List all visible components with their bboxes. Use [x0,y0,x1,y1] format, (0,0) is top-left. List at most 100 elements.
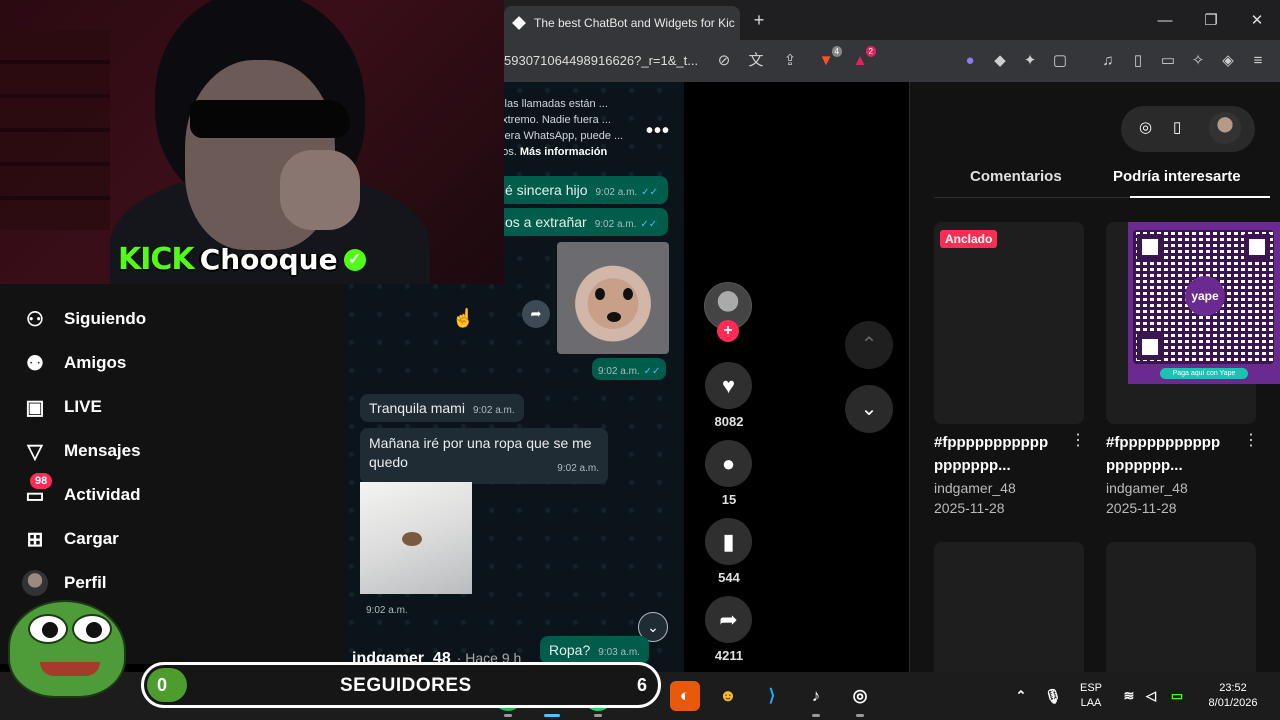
panel-tabs: Comentarios Podría interesarte [934,166,1270,198]
activity-count-badge: 98 [30,473,53,489]
video-card[interactable] [1106,542,1256,682]
rewards-count-badge: 2 [865,46,876,57]
vpn-icon[interactable]: ◈ [1218,51,1238,71]
new-tab-button[interactable]: + [748,10,770,31]
brave-rewards-icon[interactable]: ▲ 2 [850,46,876,71]
chat-message: os a extrañar 9:02 a.m. ✓✓ [496,208,668,236]
sidebar-item-live[interactable]: ▣ LIVE [22,392,102,422]
card-author[interactable]: indgamer_48 [1106,478,1188,498]
leo-ai-icon[interactable]: ✧ [1188,51,1208,71]
more-info-link[interactable]: Más información [520,146,607,158]
taskbar-indicator [856,714,864,717]
tab-comentarios[interactable]: Comentarios [970,168,1062,185]
brave-count-badge: 4 [831,46,842,57]
microphone-icon[interactable]: 🎙 [1038,681,1068,711]
reader-mode-icon[interactable]: ⊘ [714,51,734,71]
close-button[interactable]: ✕ [1234,0,1280,40]
chat-photo [360,482,472,594]
user-avatar[interactable] [1209,112,1241,144]
extension-ghost-icon[interactable]: ● [960,51,980,71]
send-message-icon: ▽ [27,440,43,463]
language-indicator[interactable]: ESP LAA [1076,681,1106,711]
sidebar-item-label: Mensajes [64,441,141,460]
follow-plus-icon[interactable]: + [717,320,739,342]
sidebar-item-cargar[interactable]: ⊞ Cargar [22,524,119,554]
extensions-icon[interactable]: ✦ [1020,51,1040,71]
sidebar-item-label: Siguiendo [64,309,147,328]
follower-goal-bar: 0 SEGUIDORES 6 [141,662,661,708]
wallet-icon[interactable]: ▭ [1158,51,1178,71]
more-options-icon[interactable]: ••• [646,120,670,143]
card-title[interactable]: #fppppppppppp ppppppp... [934,431,1074,477]
taskbar-indicator [504,714,512,717]
sidebar-item-siguiendo[interactable]: ⚇ Siguiendo [22,304,146,334]
sidebar-item-label: Actividad [64,485,141,504]
forward-icon[interactable]: ➦ [522,300,550,328]
kick-name-tag: KICK Chooque ✓ [118,242,366,277]
save-button[interactable]: ▮ [705,518,752,565]
address-bar-url[interactable]: 593071064498916626?_r=1&_t... [504,49,709,73]
encryption-notice: y las llamadas están ... extremo. Nadie … [496,98,624,158]
yape-qr-overlay: yape Paga aquí con Yape [1128,222,1280,384]
obs-icon[interactable]: ◎ [845,681,875,711]
card-author[interactable]: indgamer_48 [934,478,1016,498]
translate-icon[interactable]: 文 [746,51,766,71]
friends-icon: ⚉ [26,352,44,375]
sidebar-item-amigos[interactable]: ⚉ Amigos [22,348,126,378]
crunchyroll-icon[interactable]: ◐ [670,681,700,711]
maximize-button[interactable]: ❐ [1188,0,1234,40]
site-favicon-icon [512,16,526,30]
clock[interactable]: 23:52 8/01/2026 [1200,681,1266,711]
menu-icon[interactable]: ≡ [1248,51,1268,71]
streamer-name: Chooque [199,243,338,276]
card-menu-icon[interactable]: ⋮ [1243,430,1259,450]
brave-shield-icon[interactable]: ▼ 4 [816,46,842,71]
browser-tab-bar: The best ChatBot and Widgets for Kic + —… [504,0,1280,40]
media-controls-icon[interactable]: ♫ [1098,51,1118,71]
comment-count: 15 [721,492,737,507]
sidebar-item-actividad[interactable]: ▭ 98 Actividad [22,473,141,510]
sidebar-item-label: Amigos [64,353,127,372]
tab-title: The best ChatBot and Widgets for Kic [534,16,735,30]
character-app-icon[interactable]: ☻ [713,681,743,711]
tray-overflow-icon[interactable]: ⌃ [1006,681,1036,711]
chat-message: Tranquila mami 9:02 a.m. [360,394,524,422]
next-video-button[interactable]: ⌄ [845,385,893,433]
sidebar-toggle-icon[interactable]: ▯ [1128,51,1148,71]
chat-message: Mañana iré por una ropa que se me quedo 9… [360,428,608,484]
sidebar-item-label: Cargar [64,529,119,548]
chat-message: é sincera hijo 9:02 a.m. ✓✓ [496,176,668,204]
share-count: 4211 [714,648,744,663]
qr-code: yape [1133,230,1274,364]
video-card[interactable]: Anclado [934,222,1084,424]
like-button[interactable]: ♥ [705,362,752,409]
tiktok-icon[interactable]: ◎ [1139,118,1152,136]
tiktok-app-icon[interactable]: ♪ [801,681,831,711]
follower-current: 0 [157,675,168,695]
previous-video-button[interactable]: ⌃ [845,321,893,369]
card-title[interactable]: #fppppppppppp ppppppp... [1106,431,1246,477]
extension-puzzle-icon-a[interactable]: ◆ [990,51,1010,71]
share-button[interactable]: ➦ [705,596,752,643]
phone-icon[interactable]: ▯ [1173,118,1181,136]
webcam-overlay: KICK Chooque ✓ [0,0,504,284]
minimize-button[interactable]: — [1142,0,1188,40]
like-count: 8082 [714,414,744,429]
browser-tab[interactable]: The best ChatBot and Widgets for Kic [504,6,740,40]
share-icon[interactable]: ⇪ [780,51,800,71]
video-card[interactable] [934,542,1084,682]
follower-label: SEGUIDORES [340,675,472,696]
qr-caption: Paga aquí con Yape [1160,368,1248,379]
comment-button[interactable]: ● [705,440,752,487]
vscode-icon[interactable]: ⟩ [757,681,787,711]
tab-podria-interesarte[interactable]: Podría interesarte [1113,168,1241,185]
dog-image [557,242,669,354]
user-follow-icon: ⚇ [26,308,44,331]
verified-check-icon: ✓ [343,248,366,271]
screenshot-icon[interactable]: ▢ [1050,51,1070,71]
live-tv-icon: ▣ [25,396,45,419]
sidebar-item-mensajes[interactable]: ▽ Mensajes [22,436,141,466]
card-menu-icon[interactable]: ⋮ [1070,430,1086,450]
taskbar-indicator [544,714,560,717]
battery-icon[interactable]: ▭ [1162,681,1192,711]
